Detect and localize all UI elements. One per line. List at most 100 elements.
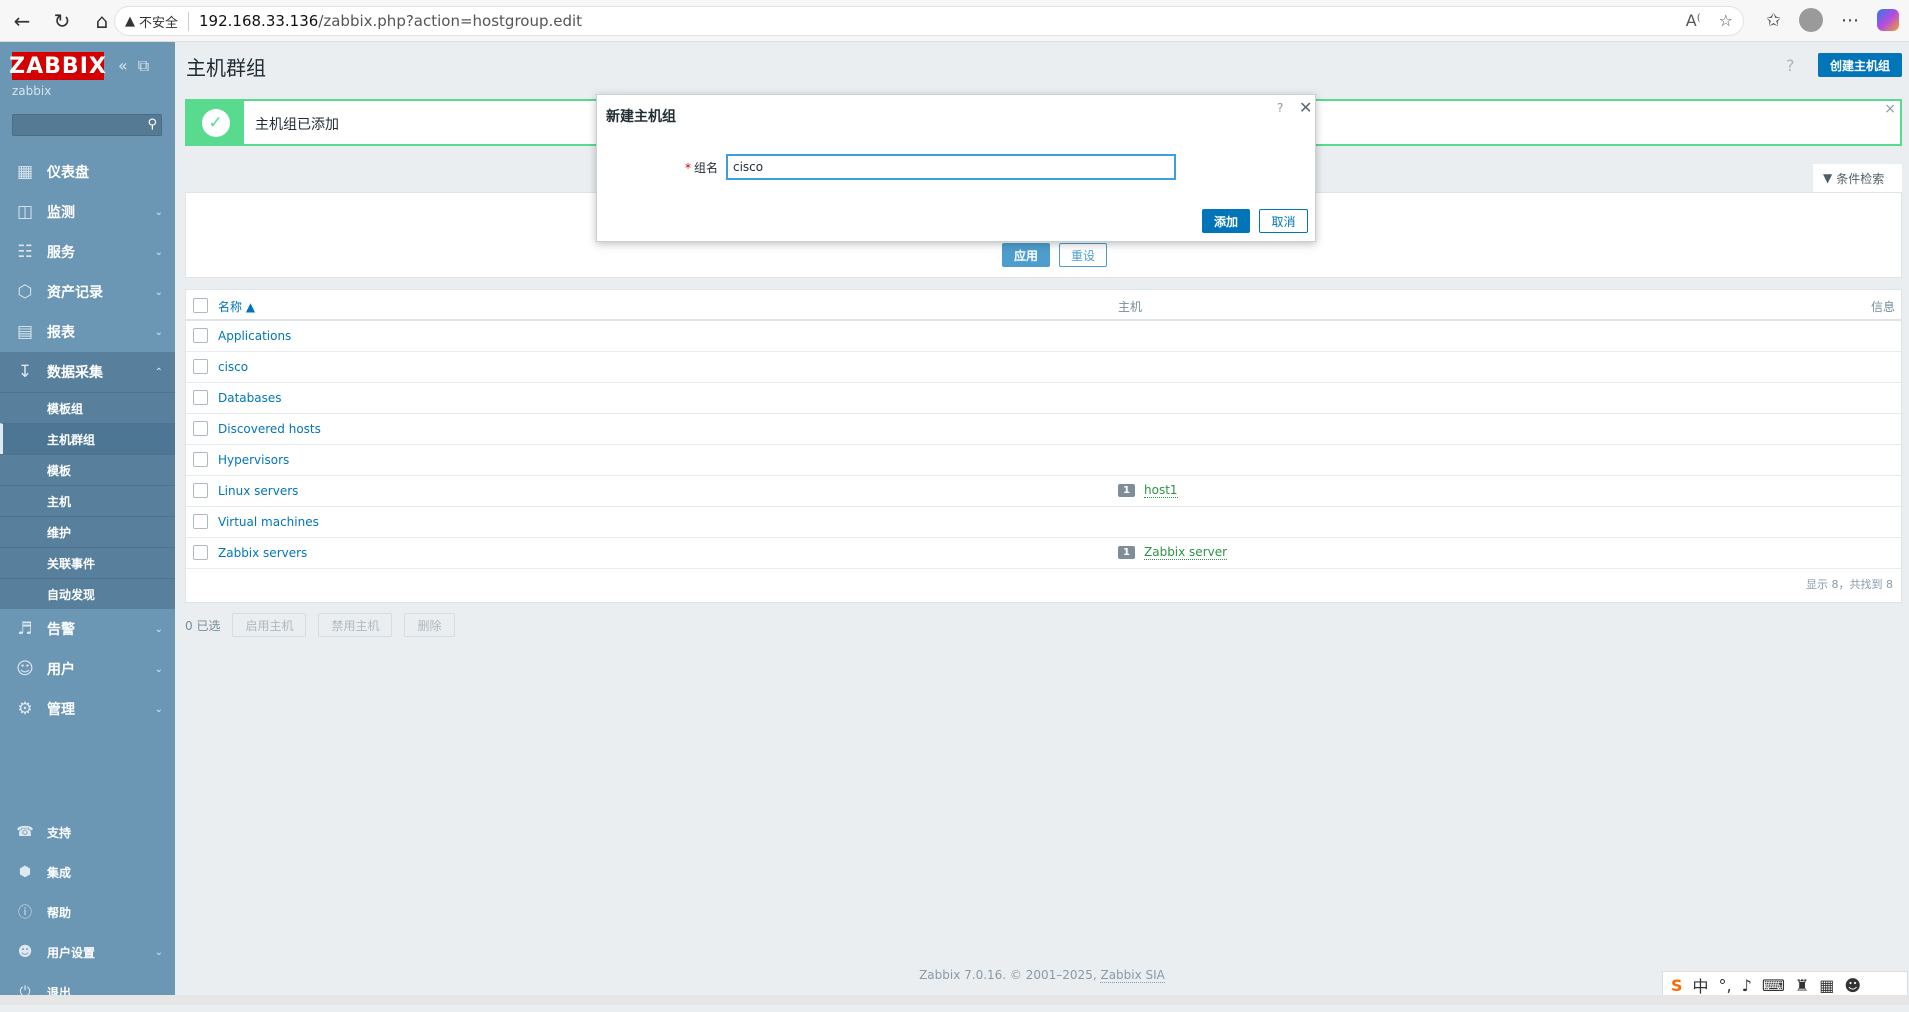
keyboard-icon[interactable]: ⌨ [1762,976,1785,995]
group-name-link[interactable]: Discovered hosts [218,422,321,436]
menu-users[interactable]: ☺ 用户 ⌄ [0,649,175,689]
help-icon[interactable]: ? [1786,56,1795,75]
table-row: Virtual machines [186,507,1901,538]
address-bar[interactable]: ▲ 不安全 192.168.33.136/zabbix.php?action=ho… [114,6,1744,36]
submenu-templates[interactable]: 模板 [0,454,175,485]
table-row: Linux servers 1 host1 [186,476,1901,507]
row-checkbox[interactable] [193,328,208,343]
select-all-checkbox[interactable] [193,298,208,313]
data-collection-icon: ↧ [17,362,33,382]
punctuation-icon[interactable]: °, [1719,976,1732,995]
host-group-table: 名称 ▲ 主机 信息 Applications cisco Databases … [185,289,1902,603]
menu-inventory[interactable]: ⬡ 资产记录 ⌄ [0,272,175,312]
favorite-star-icon[interactable]: ☆ [1719,11,1733,30]
row-checkbox[interactable] [193,545,208,560]
sogou-logo-icon[interactable]: S [1671,976,1683,995]
group-name-link[interactable]: Hypervisors [218,453,289,467]
submenu-discovery[interactable]: 自动发现 [0,578,175,609]
group-name-link[interactable]: Databases [218,391,282,405]
read-aloud-icon[interactable]: A⁽ [1686,11,1701,30]
submenu-template-groups[interactable]: 模板组 [0,392,175,423]
integrations-icon: ⬢ [18,864,32,880]
cancel-button[interactable]: 取消 [1259,209,1308,233]
group-name-input[interactable] [726,154,1176,180]
group-name-link[interactable]: Applications [218,329,291,343]
enable-hosts-button[interactable]: 启用主机 [232,613,307,637]
group-name-link[interactable]: Virtual machines [218,515,319,529]
menu-alerts[interactable]: ♬ 告警 ⌄ [0,609,175,649]
page-footer: Zabbix 7.0.16. © 2001–2025, Zabbix SIA [919,968,1165,983]
check-icon: ✓ [201,108,230,137]
chevron-down-icon: ⌄ [154,246,163,258]
filter-tab[interactable]: ▼ 条件检索 [1813,164,1902,192]
submenu-hosts[interactable]: 主机 [0,485,175,516]
group-name-link[interactable]: Linux servers [218,484,298,498]
create-host-group-button[interactable]: 创建主机组 [1818,53,1902,77]
column-name-header[interactable]: 名称 ▲ [218,298,255,315]
admin-icon: ⚙ [17,699,33,719]
new-host-group-dialog: 新建主机组 ? ✕ *组名 添加 取消 [596,94,1316,242]
kiosk-mode-icon[interactable]: ⧉ [138,56,149,76]
copilot-icon[interactable] [1877,9,1899,31]
row-checkbox[interactable] [193,483,208,498]
submenu-maintenance[interactable]: 维护 [0,516,175,547]
group-name-label: * 组名 [685,161,719,175]
ime-language-toggle[interactable]: 中 [1693,973,1709,997]
insecure-badge[interactable]: ▲ 不安全 [125,11,190,31]
page-title: 主机群组 [186,56,266,80]
apply-button[interactable]: 应用 [1002,243,1050,267]
add-button[interactable]: 添加 [1202,209,1250,233]
submenu-host-groups[interactable]: 主机群组 [0,423,175,454]
host-link[interactable]: Zabbix server [1144,546,1228,560]
profile-avatar[interactable] [1799,8,1823,32]
menu-administration[interactable]: ⚙ 管理 ⌄ [0,689,175,729]
reset-button[interactable]: 重设 [1059,243,1107,267]
row-checkbox[interactable] [193,359,208,374]
menu-help[interactable]: ⓘ 帮助 [0,892,175,932]
menu-data-collection[interactable]: ↧ 数据采集 ⌃ [0,352,175,392]
menu-monitoring[interactable]: ◫ 监测 ⌄ [0,192,175,232]
warning-icon: ▲ [125,13,135,29]
zabbix-logo[interactable]: ZABBIX [9,52,106,80]
group-name-link[interactable]: cisco [218,360,248,374]
dashboard-icon: ▦ [16,162,34,182]
toolbox-icon[interactable]: ▦ [1819,976,1834,995]
microphone-icon[interactable]: ♪ [1742,976,1752,995]
bottom-strip [0,995,1909,1005]
zabbix-sia-link[interactable]: Zabbix SIA [1100,968,1165,983]
collapse-sidebar-icon[interactable]: « [118,56,128,76]
menu-sign-out[interactable]: ⏻ 退出 [0,972,175,1012]
sidebar-search-input[interactable]: ⚲ [12,114,162,136]
row-checkbox[interactable] [193,390,208,405]
menu-support[interactable]: ☎ 支持 [0,812,175,852]
menu-dashboard[interactable]: ▦ 仪表盘 [0,152,175,192]
table-header: 名称 ▲ 主机 信息 [186,290,1901,321]
row-checkbox[interactable] [193,514,208,529]
submenu-correlation[interactable]: 关联事件 [0,547,175,578]
menu-user-settings[interactable]: ☻ 用户设置 ⌄ [0,932,175,972]
chevron-down-icon: ⌄ [154,703,163,715]
skin-icon[interactable]: ♜ [1795,976,1809,995]
group-name-link[interactable]: Zabbix servers [218,546,307,560]
more-menu-icon[interactable]: ⋯ [1841,10,1859,31]
mascot-icon[interactable]: ☻ [1844,976,1861,995]
favorites-icon[interactable]: ✩ [1766,10,1781,31]
server-name: zabbix [12,84,52,98]
reload-icon[interactable]: ↻ [44,3,80,39]
close-icon[interactable]: × [1884,101,1896,117]
host-link[interactable]: host1 [1144,484,1178,498]
menu-integrations[interactable]: ⬢ 集成 [0,852,175,892]
disable-hosts-button[interactable]: 禁用主机 [318,613,393,637]
menu-reports[interactable]: ▤ 报表 ⌄ [0,312,175,352]
close-icon[interactable]: ✕ [1299,98,1312,117]
help-icon[interactable]: ? [1277,101,1283,115]
column-hosts-header: 主机 [1118,300,1143,314]
menu-services[interactable]: ☷ 服务 ⌄ [0,232,175,272]
back-icon[interactable]: ← [4,3,40,39]
table-row: Zabbix servers 1 Zabbix server [186,538,1901,569]
row-checkbox[interactable] [193,452,208,467]
users-icon: ☺ [16,659,34,679]
search-icon[interactable]: ⚲ [147,117,157,132]
delete-button[interactable]: 删除 [404,613,455,637]
row-checkbox[interactable] [193,421,208,436]
